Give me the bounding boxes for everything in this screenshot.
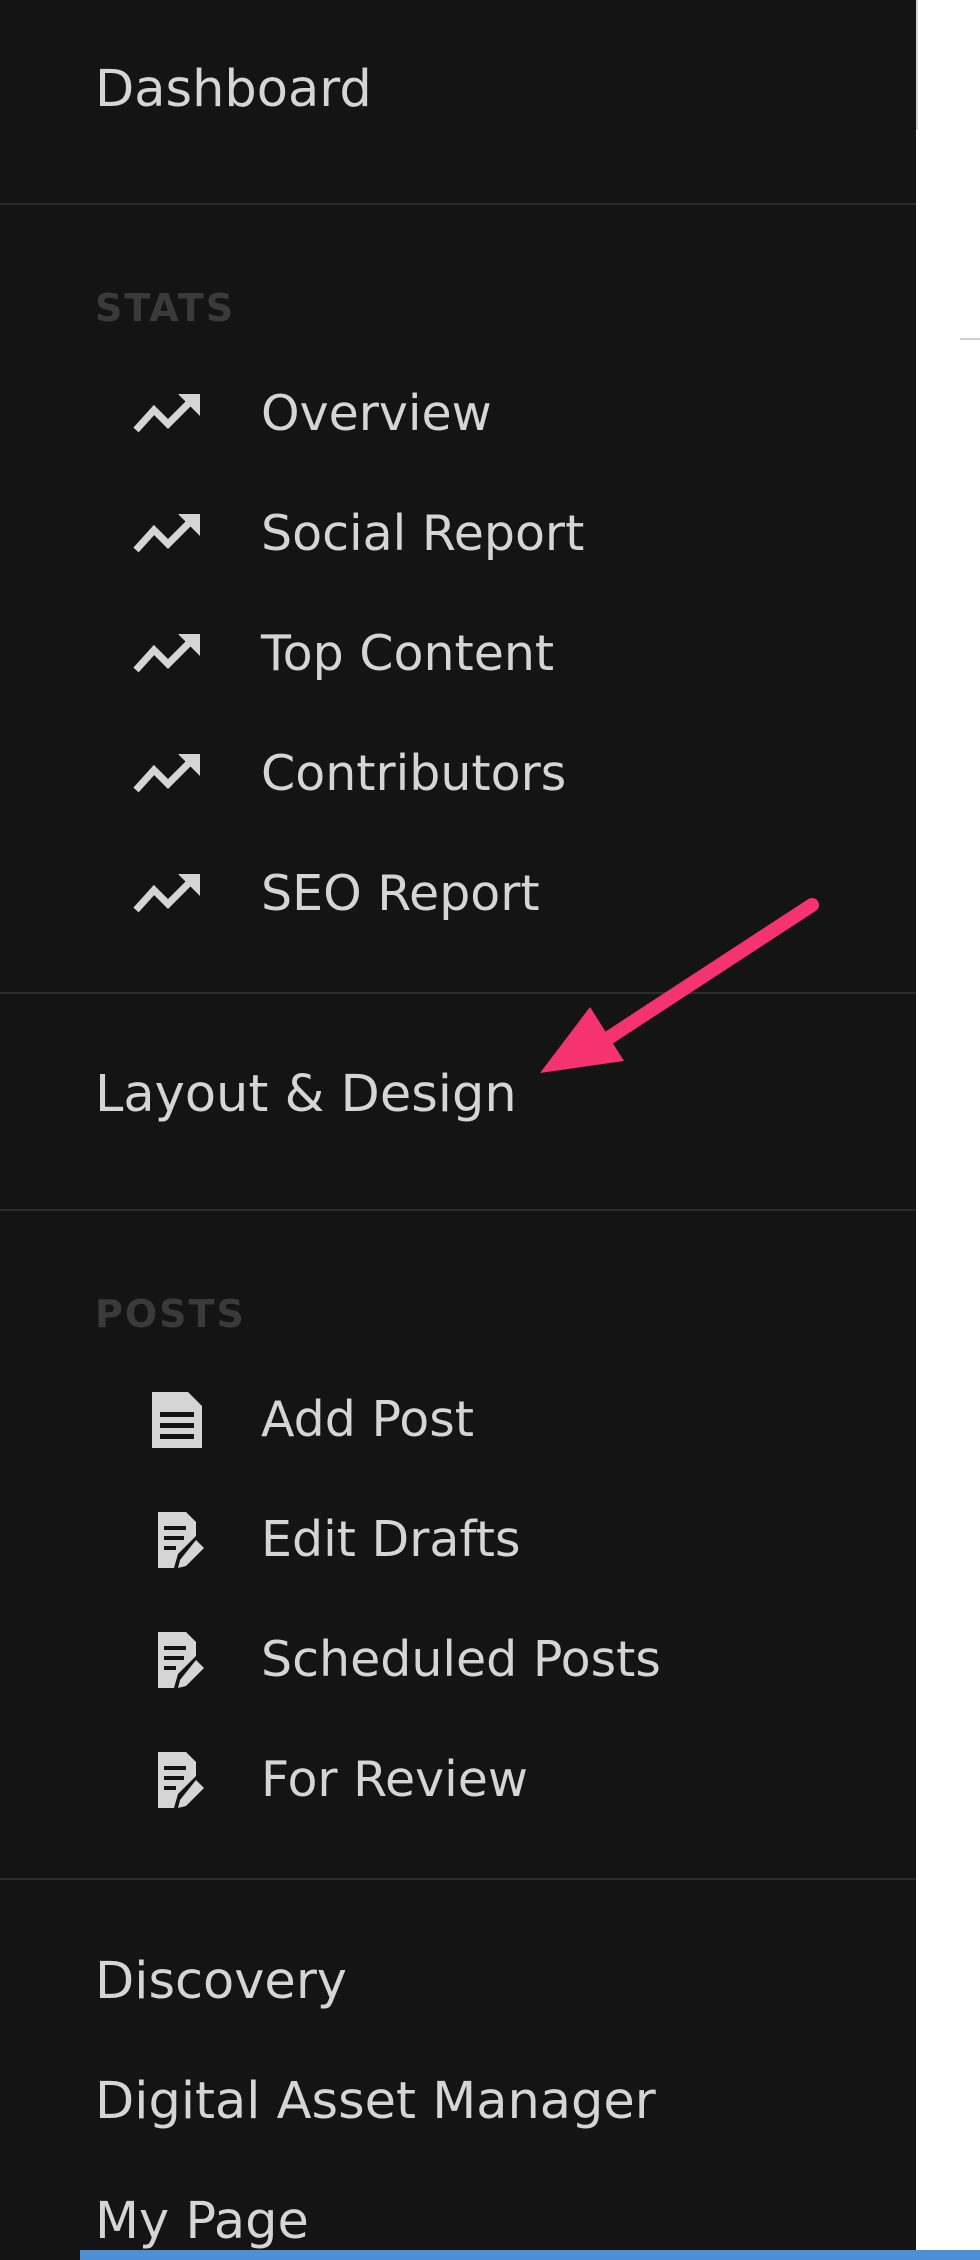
sidebar-item-layout-design[interactable]: Layout & Design [95, 1065, 517, 1125]
trending-up-icon [133, 874, 200, 913]
sidebar-item-for-review[interactable]: For Review [0, 1740, 916, 1820]
sidebar-item-label: Contributors [261, 745, 567, 802]
sidebar-item-add-post[interactable]: Add Post [0, 1380, 916, 1460]
trending-up-icon [133, 754, 200, 793]
sidebar-item-dashboard[interactable]: Dashboard [95, 60, 372, 120]
section-heading-stats: STATS [95, 286, 236, 330]
sidebar-item-label: SEO Report [261, 865, 540, 922]
sidebar-item-edit-drafts[interactable]: Edit Drafts [0, 1500, 916, 1580]
sidebar-item-top-content[interactable]: Top Content [0, 614, 916, 694]
trending-up-icon [133, 394, 200, 433]
sidebar-item-contributors[interactable]: Contributors [0, 734, 916, 814]
scroll-indicator-bar [80, 2250, 980, 2260]
sidebar-item-my-page[interactable]: My Page [95, 2192, 309, 2252]
sidebar-item-discovery[interactable]: Discovery [95, 1952, 347, 2012]
sidebar-item-label: Scheduled Posts [261, 1631, 661, 1688]
sidebar-item-label: Social Report [261, 505, 585, 562]
edit-document-icon [158, 1752, 204, 1808]
edit-document-icon [158, 1512, 204, 1568]
divider [960, 338, 980, 340]
sidebar-item-scheduled-posts[interactable]: Scheduled Posts [0, 1620, 916, 1700]
sidebar-item-social-report[interactable]: Social Report [0, 494, 916, 574]
sidebar-item-label: For Review [261, 1751, 528, 1808]
trending-up-icon [133, 514, 200, 553]
divider [0, 1209, 916, 1211]
section-heading-posts: POSTS [95, 1292, 246, 1336]
divider [916, 0, 918, 130]
divider [0, 203, 916, 205]
divider [0, 1878, 916, 1880]
sidebar: Dashboard STATS Overview Social Report T… [0, 0, 916, 2260]
sidebar-item-label: Edit Drafts [261, 1511, 521, 1568]
annotation-arrow [540, 898, 819, 1073]
main-content-edge [916, 0, 980, 2260]
sidebar-item-label: Top Content [261, 625, 555, 682]
trending-up-icon [133, 634, 200, 673]
sidebar-item-overview[interactable]: Overview [0, 374, 916, 454]
sidebar-item-label: Add Post [261, 1391, 474, 1448]
sidebar-item-digital-asset-manager[interactable]: Digital Asset Manager [95, 2072, 656, 2132]
document-icon [152, 1392, 202, 1448]
edit-document-icon [158, 1632, 204, 1688]
sidebar-item-label: Overview [261, 385, 492, 442]
